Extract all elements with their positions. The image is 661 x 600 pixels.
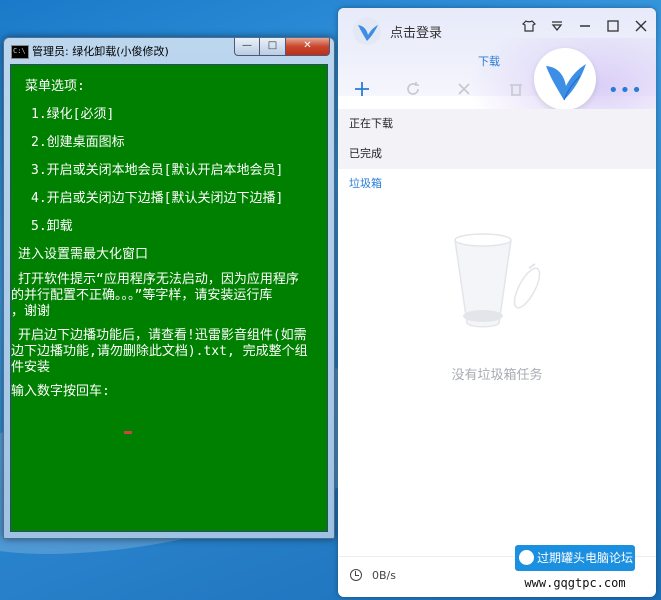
stream-hint-line-1: 开启边下边播功能后，请查看!迅雷影音组件(如需 (18, 328, 307, 343)
sidebar-item-trash[interactable]: 垃圾箱 (338, 169, 656, 199)
sidebar-item-completed[interactable]: 已完成 (338, 139, 656, 169)
tab-download[interactable]: 下载 (478, 53, 500, 69)
bird-logo-icon (353, 17, 381, 45)
menu-heading: 菜单选项: (25, 79, 85, 94)
speed-icon (350, 569, 362, 581)
menu-option-1: 1.绿化[必须] (31, 107, 115, 122)
cmd-close-button[interactable]: ✕ (286, 38, 330, 56)
watermark-url: www.gqgtpc.com (515, 574, 635, 592)
login-link[interactable]: 点击登录 (390, 22, 442, 41)
avatar[interactable] (534, 48, 596, 110)
text-cursor (124, 431, 132, 434)
cmd-title-bar[interactable]: C:\ 管理员: 绿化卸载(小俊修改) — □ ✕ (4, 38, 334, 64)
menu-option-4: 4.开启或关闭边下边播[默认关闭边下边播] (31, 191, 284, 206)
watermark-logo-icon (519, 550, 534, 565)
stream-hint-line-2: 边下边播功能,请勿删除此文档).txt, 完成整个组 (11, 344, 308, 359)
trash-icon (504, 80, 528, 103)
sidebar-item-downloading[interactable]: 正在下载 (338, 109, 656, 139)
cmd-icon: C:\ (11, 45, 29, 59)
runtime-hint-line-1: 打开软件提示“应用程序无法启动，因为应用程序 (18, 272, 299, 287)
input-prompt: 输入数字按回车: (11, 384, 110, 399)
refresh-icon (401, 80, 425, 103)
menu-option-2: 2.创建桌面图标 (31, 135, 125, 150)
minimize-icon[interactable] (576, 19, 594, 37)
stream-hint-line-3: 件安装 (11, 360, 51, 375)
cmd-minimize-button[interactable]: — (234, 38, 260, 56)
forum-watermark: 过期罐头电脑论坛 www.gqgtpc.com (515, 545, 635, 595)
more-icon[interactable]: ••• (608, 80, 643, 101)
console-output[interactable]: 菜单选项: 1.绿化[必须] 2.创建桌面图标 3.开启或关闭本地会员[默认开启… (10, 64, 328, 532)
runtime-hint-line-2: 的并行配置不正确。。。”等字样，请安装运行库 (11, 288, 273, 303)
cmd-window[interactable]: C:\ 管理员: 绿化卸载(小俊修改) — □ ✕ 菜单选项: 1.绿化[必须]… (3, 37, 335, 539)
add-icon[interactable] (350, 80, 374, 103)
empty-trash-icon (454, 233, 541, 328)
empty-message: 没有垃圾箱任务 (451, 368, 543, 383)
settings-hint: 进入设置需最大化窗口 (18, 247, 149, 262)
menu-option-5: 5.卸载 (31, 219, 73, 234)
maximize-icon[interactable] (604, 19, 622, 37)
menu-icon[interactable] (548, 19, 566, 37)
speed-value: 0B/s (372, 569, 396, 582)
cmd-title: 管理员: 绿化卸载(小俊修改) (32, 45, 169, 58)
close-icon[interactable] (632, 19, 650, 37)
runtime-hint-line-3: ，谢谢 (11, 304, 51, 319)
menu-option-3: 3.开启或关闭本地会员[默认开启本地会员] (31, 163, 284, 178)
cmd-maximize-button[interactable]: □ (260, 38, 286, 56)
delete-icon (452, 80, 476, 103)
skin-icon[interactable] (520, 19, 538, 37)
xunlei-window[interactable]: 点击登录 下载 ••• 正在下载 已完成 垃圾箱 没有垃圾箱任务 0B/s (338, 8, 656, 597)
